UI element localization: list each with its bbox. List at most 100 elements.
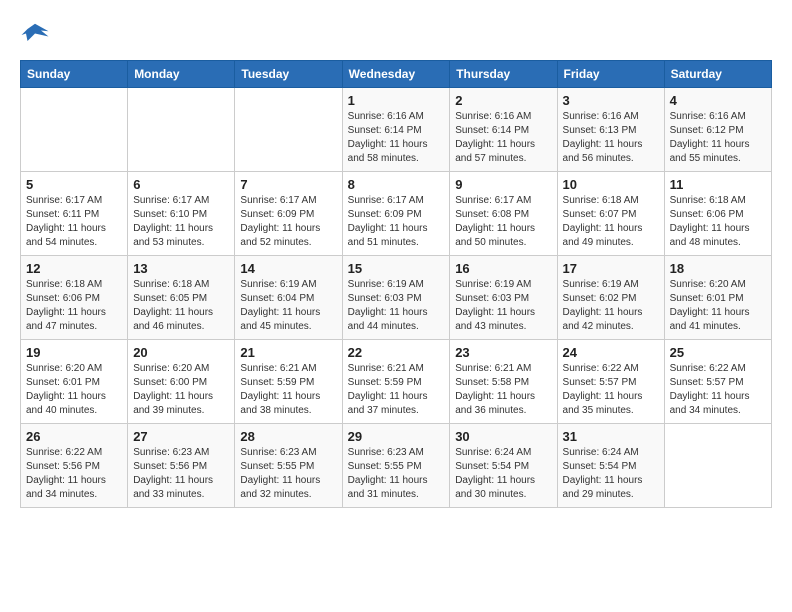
logo-icon: [20, 20, 50, 50]
empty-cell: [664, 424, 771, 508]
empty-cell: [21, 88, 128, 172]
day-info: Sunrise: 6:22 AM Sunset: 5:57 PM Dayligh…: [563, 362, 659, 418]
day-number: 18: [670, 261, 766, 276]
day-number: 22: [348, 345, 445, 360]
calendar-table: SundayMondayTuesdayWednesdayThursdayFrid…: [20, 60, 772, 508]
calendar-day-26: 26 Sunrise: 6:22 AM Sunset: 5:56 PM Dayli…: [21, 424, 128, 508]
day-info: Sunrise: 6:16 AM Sunset: 6:13 PM Dayligh…: [563, 110, 659, 166]
empty-cell: [235, 88, 342, 172]
day-info: Sunrise: 6:18 AM Sunset: 6:07 PM Dayligh…: [563, 194, 659, 250]
calendar-week-2: 5Sunrise: 6:17 AM Sunset: 6:11 PM Daylig…: [21, 172, 772, 256]
day-number: 29: [348, 429, 445, 444]
calendar-day-22: 22 Sunrise: 6:21 AM Sunset: 5:59 PM Dayli…: [342, 340, 450, 424]
calendar-day-28: 28 Sunrise: 6:23 AM Sunset: 5:55 PM Dayli…: [235, 424, 342, 508]
day-info: Sunrise: 6:16 AM Sunset: 6:14 PM Dayligh…: [348, 110, 445, 166]
day-info: Sunrise: 6:19 AM Sunset: 6:04 PM Dayligh…: [240, 278, 336, 334]
weekday-header-friday: Friday: [557, 61, 664, 88]
day-info: Sunrise: 6:16 AM Sunset: 6:12 PM Dayligh…: [670, 110, 766, 166]
calendar-day-7: 7 Sunrise: 6:17 AM Sunset: 6:09 PM Daylig…: [235, 172, 342, 256]
day-info: Sunrise: 6:20 AM Sunset: 6:00 PM Dayligh…: [133, 362, 229, 418]
day-number: 26: [26, 429, 122, 444]
day-number: 28: [240, 429, 336, 444]
day-info: Sunrise: 6:20 AM Sunset: 6:01 PM Dayligh…: [670, 278, 766, 334]
calendar-day-1: 1Sunrise: 6:16 AM Sunset: 6:14 PM Daylig…: [342, 88, 450, 172]
calendar-day-16: 16Sunrise: 6:19 AM Sunset: 6:03 PM Dayli…: [450, 256, 557, 340]
day-info: Sunrise: 6:19 AM Sunset: 6:03 PM Dayligh…: [348, 278, 445, 334]
day-info: Sunrise: 6:23 AM Sunset: 5:55 PM Dayligh…: [240, 446, 336, 502]
calendar-day-17: 17 Sunrise: 6:19 AM Sunset: 6:02 PM Dayli…: [557, 256, 664, 340]
weekday-header-monday: Monday: [128, 61, 235, 88]
calendar-week-1: 1Sunrise: 6:16 AM Sunset: 6:14 PM Daylig…: [21, 88, 772, 172]
day-info: Sunrise: 6:24 AM Sunset: 5:54 PM Dayligh…: [563, 446, 659, 502]
day-info: Sunrise: 6:17 AM Sunset: 6:11 PM Dayligh…: [26, 194, 122, 250]
day-number: 24: [563, 345, 659, 360]
day-number: 4: [670, 93, 766, 108]
day-info: Sunrise: 6:17 AM Sunset: 6:09 PM Dayligh…: [348, 194, 445, 250]
calendar-day-11: 11 Sunrise: 6:18 AM Sunset: 6:06 PM Dayli…: [664, 172, 771, 256]
calendar-header-row: SundayMondayTuesdayWednesdayThursdayFrid…: [21, 61, 772, 88]
day-info: Sunrise: 6:21 AM Sunset: 5:59 PM Dayligh…: [348, 362, 445, 418]
calendar-day-20: 20 Sunrise: 6:20 AM Sunset: 6:00 PM Dayli…: [128, 340, 235, 424]
calendar-day-13: 13Sunrise: 6:18 AM Sunset: 6:05 PM Dayli…: [128, 256, 235, 340]
day-number: 15: [348, 261, 445, 276]
day-number: 9: [455, 177, 551, 192]
day-number: 12: [26, 261, 122, 276]
page-header: [20, 20, 772, 50]
calendar-day-18: 18 Sunrise: 6:20 AM Sunset: 6:01 PM Dayli…: [664, 256, 771, 340]
day-number: 30: [455, 429, 551, 444]
calendar-week-4: 19 Sunrise: 6:20 AM Sunset: 6:01 PM Dayli…: [21, 340, 772, 424]
day-info: Sunrise: 6:22 AM Sunset: 5:56 PM Dayligh…: [26, 446, 122, 502]
day-info: Sunrise: 6:17 AM Sunset: 6:10 PM Dayligh…: [133, 194, 229, 250]
day-info: Sunrise: 6:23 AM Sunset: 5:56 PM Dayligh…: [133, 446, 229, 502]
weekday-header-wednesday: Wednesday: [342, 61, 450, 88]
calendar-day-31: 31 Sunrise: 6:24 AM Sunset: 5:54 PM Dayli…: [557, 424, 664, 508]
weekday-header-saturday: Saturday: [664, 61, 771, 88]
calendar-day-19: 19 Sunrise: 6:20 AM Sunset: 6:01 PM Dayli…: [21, 340, 128, 424]
calendar-day-4: 4 Sunrise: 6:16 AM Sunset: 6:12 PM Daylig…: [664, 88, 771, 172]
calendar-day-6: 6 Sunrise: 6:17 AM Sunset: 6:10 PM Daylig…: [128, 172, 235, 256]
day-number: 3: [563, 93, 659, 108]
calendar-week-5: 26 Sunrise: 6:22 AM Sunset: 5:56 PM Dayli…: [21, 424, 772, 508]
day-info: Sunrise: 6:24 AM Sunset: 5:54 PM Dayligh…: [455, 446, 551, 502]
calendar-day-21: 21Sunrise: 6:21 AM Sunset: 5:59 PM Dayli…: [235, 340, 342, 424]
day-number: 27: [133, 429, 229, 444]
calendar-day-9: 9 Sunrise: 6:17 AM Sunset: 6:08 PM Daylig…: [450, 172, 557, 256]
day-number: 25: [670, 345, 766, 360]
day-number: 31: [563, 429, 659, 444]
day-number: 2: [455, 93, 551, 108]
calendar-day-10: 10Sunrise: 6:18 AM Sunset: 6:07 PM Dayli…: [557, 172, 664, 256]
calendar-day-12: 12Sunrise: 6:18 AM Sunset: 6:06 PM Dayli…: [21, 256, 128, 340]
calendar-day-2: 2Sunrise: 6:16 AM Sunset: 6:14 PM Daylig…: [450, 88, 557, 172]
calendar-day-5: 5Sunrise: 6:17 AM Sunset: 6:11 PM Daylig…: [21, 172, 128, 256]
day-info: Sunrise: 6:17 AM Sunset: 6:09 PM Dayligh…: [240, 194, 336, 250]
calendar-day-24: 24 Sunrise: 6:22 AM Sunset: 5:57 PM Dayli…: [557, 340, 664, 424]
day-info: Sunrise: 6:22 AM Sunset: 5:57 PM Dayligh…: [670, 362, 766, 418]
empty-cell: [128, 88, 235, 172]
calendar-day-30: 30 Sunrise: 6:24 AM Sunset: 5:54 PM Dayli…: [450, 424, 557, 508]
calendar-day-23: 23Sunrise: 6:21 AM Sunset: 5:58 PM Dayli…: [450, 340, 557, 424]
day-number: 6: [133, 177, 229, 192]
calendar-day-25: 25 Sunrise: 6:22 AM Sunset: 5:57 PM Dayli…: [664, 340, 771, 424]
day-info: Sunrise: 6:20 AM Sunset: 6:01 PM Dayligh…: [26, 362, 122, 418]
calendar-day-3: 3 Sunrise: 6:16 AM Sunset: 6:13 PM Daylig…: [557, 88, 664, 172]
day-number: 19: [26, 345, 122, 360]
day-info: Sunrise: 6:17 AM Sunset: 6:08 PM Dayligh…: [455, 194, 551, 250]
day-number: 7: [240, 177, 336, 192]
day-number: 23: [455, 345, 551, 360]
calendar-day-27: 27 Sunrise: 6:23 AM Sunset: 5:56 PM Dayli…: [128, 424, 235, 508]
calendar-day-15: 15 Sunrise: 6:19 AM Sunset: 6:03 PM Dayli…: [342, 256, 450, 340]
day-number: 14: [240, 261, 336, 276]
logo: [20, 20, 54, 50]
weekday-header-tuesday: Tuesday: [235, 61, 342, 88]
day-info: Sunrise: 6:18 AM Sunset: 6:05 PM Dayligh…: [133, 278, 229, 334]
day-info: Sunrise: 6:19 AM Sunset: 6:02 PM Dayligh…: [563, 278, 659, 334]
day-number: 16: [455, 261, 551, 276]
day-number: 11: [670, 177, 766, 192]
calendar-day-8: 8Sunrise: 6:17 AM Sunset: 6:09 PM Daylig…: [342, 172, 450, 256]
day-info: Sunrise: 6:18 AM Sunset: 6:06 PM Dayligh…: [670, 194, 766, 250]
calendar-week-3: 12Sunrise: 6:18 AM Sunset: 6:06 PM Dayli…: [21, 256, 772, 340]
day-number: 20: [133, 345, 229, 360]
calendar-day-29: 29Sunrise: 6:23 AM Sunset: 5:55 PM Dayli…: [342, 424, 450, 508]
day-number: 17: [563, 261, 659, 276]
day-info: Sunrise: 6:21 AM Sunset: 5:59 PM Dayligh…: [240, 362, 336, 418]
